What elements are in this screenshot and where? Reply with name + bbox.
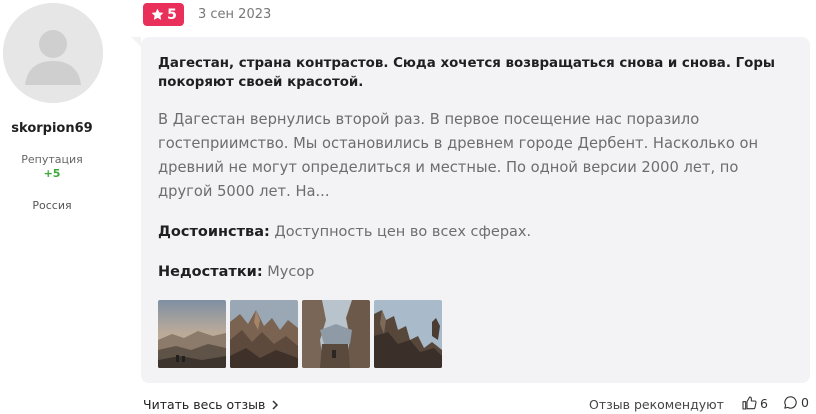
photo-gallery — [158, 300, 442, 368]
review-cons: Недостатки: Мусор — [158, 262, 314, 282]
author-username[interactable]: skorpion69 — [0, 121, 104, 136]
comments-button[interactable]: 0 — [783, 395, 809, 410]
recommend-label: Отзыв рекомендуют — [589, 397, 724, 412]
rating-badge: 5 — [143, 3, 184, 26]
pros-text: Доступность цен во всех сферах. — [274, 224, 532, 240]
thumbs-up-icon — [742, 396, 757, 410]
avatar[interactable] — [3, 3, 103, 103]
review-card: Дагестан, страна контрастов. Сюда хочетс… — [131, 37, 810, 383]
comments-count: 0 — [801, 395, 809, 410]
pros-label: Достоинства: — [158, 224, 270, 240]
read-more-label: Читать весь отзыв — [143, 397, 266, 412]
star-icon — [151, 8, 164, 20]
like-button[interactable]: 6 — [741, 395, 768, 411]
likes-count: 6 — [760, 395, 768, 411]
author-country: Россия — [32, 199, 72, 212]
review-photo-1[interactable] — [158, 300, 226, 368]
review-footer: Читать весь отзыв Отзыв рекомендуют 6 0 — [0, 392, 816, 414]
review-photo-3[interactable] — [302, 300, 370, 368]
review-photo-4[interactable] — [374, 300, 442, 368]
review-pros: Достоинства: Доступность цен во всех сфе… — [158, 222, 531, 242]
review-headline[interactable]: Дагестан, страна контрастов. Сюда хочетс… — [158, 54, 798, 92]
review-photo-2[interactable] — [230, 300, 298, 368]
cons-text: Мусор — [267, 264, 315, 280]
review-body[interactable]: В Дагестан вернулись второй раз. В перво… — [158, 108, 778, 204]
reputation-value: +5 — [43, 167, 61, 180]
user-placeholder-icon — [3, 3, 103, 103]
review-date: 3 сен 2023 — [198, 7, 272, 22]
chevron-right-icon — [272, 399, 279, 410]
comment-icon — [784, 396, 797, 409]
read-full-review-link[interactable]: Читать весь отзыв — [143, 397, 279, 412]
cons-label: Недостатки: — [158, 264, 263, 280]
reputation-label: Репутация — [21, 153, 83, 166]
rating-value: 5 — [167, 6, 177, 23]
